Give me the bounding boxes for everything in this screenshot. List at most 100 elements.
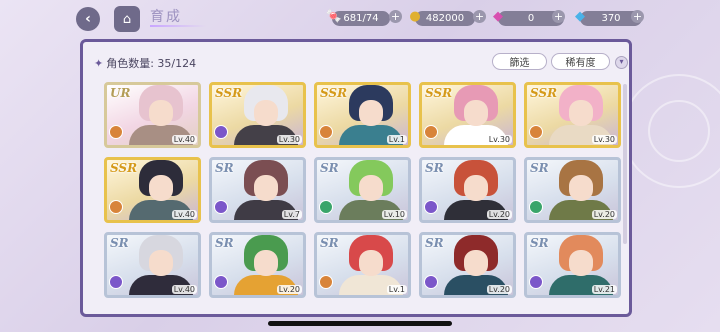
attribute-icon xyxy=(529,125,543,139)
character-portrait-face xyxy=(149,250,173,276)
diamond-bullet-icon: ✦ xyxy=(94,57,104,70)
level-label: Lv.40 xyxy=(171,285,197,294)
rarity-badge: SSR xyxy=(320,86,348,100)
character-card[interactable]: SSR Lv.1 xyxy=(314,82,411,148)
rarity-badge: SR xyxy=(215,161,234,175)
add-pink-gem-button[interactable]: + xyxy=(552,10,565,23)
level-label: Lv.30 xyxy=(591,135,617,144)
rarity-badge: SR xyxy=(215,236,234,250)
rarity-badge: SR xyxy=(530,236,549,250)
character-portrait-face xyxy=(569,175,593,201)
level-label: Lv.30 xyxy=(276,135,302,144)
add-coin-button[interactable]: + xyxy=(473,10,486,23)
character-card[interactable]: SR Lv.10 xyxy=(314,157,411,223)
sort-order-toggle[interactable]: ▾ xyxy=(615,56,628,69)
character-card[interactable]: SR Lv.1 xyxy=(314,232,411,298)
character-grid: UR Lv.40 SSR Lv.30 SSR Lv.1 SSR Lv.30 SSR Lv.30 SS… xyxy=(104,82,621,314)
level-label: Lv.30 xyxy=(486,135,512,144)
attribute-icon xyxy=(109,125,123,139)
rarity-badge: SSR xyxy=(110,161,138,175)
back-button[interactable]: ‹ xyxy=(76,7,100,31)
level-label: Lv.40 xyxy=(171,135,197,144)
rarity-badge: SSR xyxy=(425,86,453,100)
add-blue-gem-button[interactable]: + xyxy=(631,10,644,23)
level-label: Lv.21 xyxy=(591,285,617,294)
character-portrait-face xyxy=(464,175,488,201)
coin-glyph: ● xyxy=(409,8,421,24)
rarity-badge: SR xyxy=(320,236,339,250)
attribute-icon xyxy=(214,275,228,289)
rarity-badge: SR xyxy=(530,161,549,175)
character-portrait-face xyxy=(254,175,278,201)
rarity-badge: SR xyxy=(425,161,444,175)
coin-icon: ● xyxy=(405,6,425,26)
scrollbar[interactable] xyxy=(623,84,627,244)
level-label: Lv.1 xyxy=(386,135,407,144)
character-portrait-face xyxy=(149,100,173,126)
blue-gem-icon: ◆ xyxy=(570,6,590,26)
candy-value: 681/74 xyxy=(343,13,379,24)
character-card[interactable]: SR Lv.20 xyxy=(419,232,516,298)
character-portrait-face xyxy=(359,100,383,126)
attribute-icon xyxy=(424,125,438,139)
page-title: 育成 xyxy=(150,6,206,27)
level-label: Lv.40 xyxy=(171,210,197,219)
character-portrait-face xyxy=(254,250,278,276)
character-card[interactable]: SR Lv.20 xyxy=(524,157,621,223)
background-ferris-wheel-inner xyxy=(648,100,710,162)
character-portrait-face xyxy=(149,175,173,201)
character-card[interactable]: SR Lv.7 xyxy=(209,157,306,223)
home-indicator xyxy=(268,321,452,326)
attribute-icon xyxy=(424,275,438,289)
pink-gem-glyph: ◆ xyxy=(493,8,503,24)
level-label: Lv.20 xyxy=(276,285,302,294)
character-card[interactable]: SSR Lv.40 xyxy=(104,157,201,223)
attribute-icon xyxy=(529,275,543,289)
rarity-badge: SR xyxy=(425,236,444,250)
level-label: Lv.7 xyxy=(281,210,302,219)
level-label: Lv.10 xyxy=(381,210,407,219)
rarity-badge: UR xyxy=(110,86,131,100)
character-portrait-face xyxy=(359,250,383,276)
pink-gem-value: 0 xyxy=(527,13,535,24)
attribute-icon xyxy=(319,200,333,214)
character-card[interactable]: SR Lv.21 xyxy=(524,232,621,298)
character-card[interactable]: SSR Lv.30 xyxy=(419,82,516,148)
attribute-icon xyxy=(319,125,333,139)
coin-value: 482000 xyxy=(425,13,465,24)
sort-rarity-button[interactable]: 稀有度 xyxy=(551,53,610,70)
filter-label: 篩选 xyxy=(509,58,530,69)
character-card[interactable]: SR Lv.20 xyxy=(419,157,516,223)
attribute-icon xyxy=(214,125,228,139)
level-label: Lv.1 xyxy=(386,285,407,294)
character-panel: ✦ 角色数量: 35/124 篩选 稀有度 ▾ UR Lv.40 SSR Lv.30 SS… xyxy=(80,39,632,317)
level-label: Lv.20 xyxy=(486,210,512,219)
pink-gem-icon: ◆ xyxy=(488,6,508,26)
rarity-badge: SSR xyxy=(215,86,243,100)
character-portrait-face xyxy=(359,175,383,201)
back-arrow-icon: ‹ xyxy=(85,11,91,27)
character-card[interactable]: SSR Lv.30 xyxy=(209,82,306,148)
character-card[interactable]: SSR Lv.30 xyxy=(524,82,621,148)
character-count: ✦ 角色数量: 35/124 xyxy=(94,55,196,71)
add-candy-button[interactable]: + xyxy=(389,10,402,23)
filter-button[interactable]: 篩选 xyxy=(492,53,547,70)
character-card[interactable]: SR Lv.40 xyxy=(104,232,201,298)
character-portrait-face xyxy=(254,100,278,126)
sort-label: 稀有度 xyxy=(565,58,596,69)
attribute-icon xyxy=(424,200,438,214)
character-card[interactable]: SR Lv.20 xyxy=(209,232,306,298)
rarity-badge: SR xyxy=(320,161,339,175)
home-button[interactable]: ⌂ xyxy=(114,6,140,32)
character-portrait-face xyxy=(464,100,488,126)
level-label: Lv.20 xyxy=(591,210,617,219)
character-card[interactable]: UR Lv.40 xyxy=(104,82,201,148)
rarity-badge: SR xyxy=(110,236,129,250)
blue-gem-value: 370 xyxy=(601,13,621,24)
level-label: Lv.20 xyxy=(486,285,512,294)
home-icon: ⌂ xyxy=(122,11,132,27)
character-portrait-face xyxy=(464,250,488,276)
attribute-icon xyxy=(109,200,123,214)
attribute-icon xyxy=(529,200,543,214)
attribute-icon xyxy=(319,275,333,289)
